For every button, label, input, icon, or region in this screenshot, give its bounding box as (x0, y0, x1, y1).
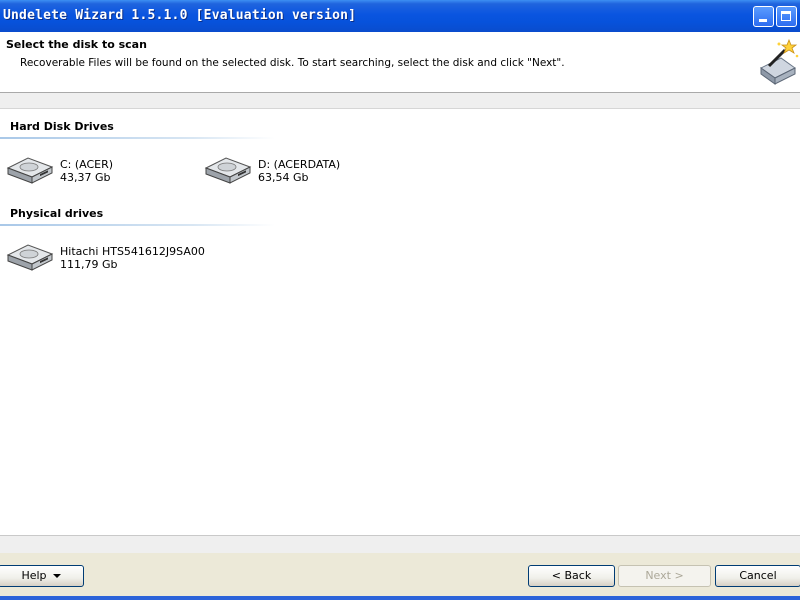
hard-drive-icon (6, 244, 54, 271)
section-divider (0, 224, 275, 226)
section-title-hard-disk: Hard Disk Drives (10, 120, 114, 133)
page-title: Select the disk to scan (6, 38, 147, 51)
drive-name: D: (ACERDATA) (258, 158, 341, 171)
next-button[interactable]: Next > (618, 565, 711, 587)
maximize-button[interactable] (776, 6, 797, 27)
window-title: Undelete Wizard 1.5.1.0 [Evaluation vers… (3, 8, 357, 23)
help-button-label: Help (21, 569, 47, 582)
hard-drive-icon (204, 157, 252, 184)
section-divider (0, 137, 275, 139)
drive-size: 43,37 Gb (60, 171, 111, 184)
back-button[interactable]: < Back (528, 565, 615, 587)
drive-item-d[interactable]: D: (ACERDATA) 63,54 Gb (204, 155, 384, 189)
footer-divider (0, 535, 800, 553)
drive-size: 111,79 Gb (60, 258, 118, 271)
drive-item-c[interactable]: C: (ACER) 43,37 Gb (6, 155, 186, 189)
minimize-button[interactable] (753, 6, 774, 27)
drive-name: Hitachi HTS541612J9SA00 (60, 245, 205, 258)
title-bar[interactable]: Undelete Wizard 1.5.1.0 [Evaluation vers… (0, 0, 800, 32)
maximize-icon (781, 11, 791, 21)
section-title-physical: Physical drives (10, 207, 104, 220)
caret-down-icon (52, 574, 61, 578)
minimize-icon (759, 19, 767, 22)
drive-size: 63,54 Gb (258, 171, 309, 184)
help-button[interactable]: Help (0, 565, 84, 587)
wizard-header: Select the disk to scan Recoverable File… (0, 32, 800, 92)
header-divider (0, 92, 800, 109)
drive-item-hitachi[interactable]: Hitachi HTS541612J9SA00 111,79 Gb (6, 242, 206, 276)
magic-wand-disk-icon (760, 38, 799, 85)
hard-drive-icon (6, 157, 54, 184)
window-bottom-border (0, 596, 800, 600)
button-bar: Help < Back Next > Cancel (0, 553, 800, 596)
drive-name: C: (ACER) (60, 158, 114, 171)
page-subtitle: Recoverable Files will be found on the s… (20, 57, 565, 69)
cancel-button[interactable]: Cancel (715, 565, 800, 587)
